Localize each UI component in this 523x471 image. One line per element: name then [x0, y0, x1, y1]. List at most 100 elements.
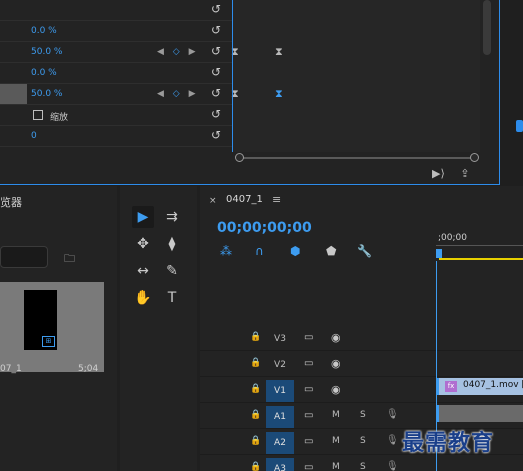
reset-icon[interactable]: ↺: [211, 108, 224, 121]
wrench-icon[interactable]: 🔧: [357, 244, 372, 258]
track-target-toggle[interactable]: V2: [266, 354, 294, 376]
effect-controls-panel: ↺ 0.0 % ↺ 50.0 % ↺ ◀ ◇ ▶ 0.0 % ↺ 50.0 % ↺ ◀ ◇ ▶ 缩放 ↺…: [0, 0, 500, 185]
snap-icon[interactable]: ∩: [255, 244, 264, 258]
keyframe-marker[interactable]: ⧗: [275, 87, 283, 101]
type-tool-icon[interactable]: T: [161, 287, 183, 309]
next-keyframe-icon[interactable]: ▶: [189, 47, 199, 57]
property-value[interactable]: 50.0 %: [31, 89, 62, 99]
reset-icon[interactable]: ↺: [211, 87, 224, 100]
add-keyframe-icon[interactable]: ◇: [173, 89, 183, 99]
keyframe-navigator[interactable]: ◀ ◇ ▶: [157, 89, 199, 99]
eye-icon[interactable]: ◉: [331, 357, 341, 370]
lock-icon[interactable]: 🔒: [250, 462, 261, 471]
new-bin-icon[interactable]: 🗀: [64, 250, 75, 269]
effect-property-row: 0 ↺: [0, 126, 232, 147]
sync-lock-icon[interactable]: ▭: [304, 332, 313, 343]
clip-duration: 5;04: [78, 364, 99, 374]
track-target-toggle[interactable]: A1: [266, 406, 294, 428]
track-target-toggle[interactable]: A2: [266, 432, 294, 454]
add-marker-icon[interactable]: ⬟: [326, 244, 336, 258]
uniform-scale-checkbox[interactable]: [33, 110, 43, 120]
play-audio-icon[interactable]: ▶⟩: [432, 167, 445, 180]
sequence-badge-icon: ⊞: [42, 336, 55, 347]
ruler-label: ;00;00: [438, 233, 467, 243]
panel-menu-icon[interactable]: ≡: [272, 193, 281, 206]
eye-icon[interactable]: ◉: [331, 331, 341, 344]
ripple-edit-tool-icon[interactable]: ✥: [132, 233, 154, 255]
reset-icon[interactable]: ↺: [211, 24, 224, 37]
eye-icon[interactable]: ◉: [331, 383, 341, 396]
lock-icon[interactable]: 🔒: [250, 436, 261, 446]
export-icon[interactable]: ⇪: [460, 167, 469, 180]
project-panel: 览器 🗀 ⊞ 07_1 5;04: [0, 186, 117, 471]
mic-icon[interactable]: 🎙: [386, 409, 399, 420]
selection-tool-icon[interactable]: ▶: [132, 206, 154, 228]
mic-icon[interactable]: 🎙: [386, 461, 399, 471]
video-clip[interactable]: fx 0407_1.mov [V]: [437, 378, 523, 395]
solo-button[interactable]: S: [360, 410, 366, 420]
effect-property-row: 0.0 % ↺: [0, 63, 232, 84]
track-header-a3: 🔒 A3 ▭ M S 🎙: [200, 456, 523, 471]
lock-icon[interactable]: 🔒: [250, 384, 261, 394]
prev-keyframe-icon[interactable]: ◀: [157, 47, 167, 57]
clip-thumbnail[interactable]: ⊞: [0, 282, 104, 372]
ec-bottom-icons: ▶⟩ ⇪: [432, 167, 469, 180]
property-value[interactable]: 0.0 %: [31, 68, 57, 78]
time-ruler[interactable]: ;00;00: [436, 231, 523, 261]
mute-button[interactable]: M: [332, 436, 340, 446]
reset-icon[interactable]: ↺: [211, 45, 224, 58]
track-target-toggle[interactable]: A3: [266, 458, 294, 471]
reset-icon[interactable]: ↺: [211, 3, 224, 16]
playhead-handle[interactable]: [436, 249, 442, 258]
mute-button[interactable]: M: [332, 462, 340, 471]
property-value[interactable]: 0.0 %: [31, 26, 57, 36]
work-area-bar[interactable]: [439, 258, 523, 260]
track-select-tool-icon[interactable]: ⇉: [161, 206, 183, 228]
linked-selection-icon[interactable]: ⬢: [290, 244, 300, 258]
track-header-v3: 🔒 V3 ▭ ◉: [200, 326, 523, 351]
tab-sequence[interactable]: 0407_1: [226, 194, 263, 205]
sync-lock-icon[interactable]: ▭: [304, 410, 313, 421]
sync-lock-icon[interactable]: ▭: [304, 358, 313, 369]
solo-button[interactable]: S: [360, 436, 366, 446]
audio-clip[interactable]: [437, 405, 523, 422]
lock-icon[interactable]: 🔒: [250, 410, 261, 420]
mute-button[interactable]: M: [332, 410, 340, 420]
razor-tool-icon[interactable]: ⧫: [161, 233, 183, 255]
property-value[interactable]: 0: [31, 131, 37, 141]
track-target-toggle[interactable]: V1: [266, 380, 294, 402]
sync-lock-icon[interactable]: ▭: [304, 436, 313, 447]
keyframe-navigator[interactable]: ◀ ◇ ▶: [157, 47, 199, 57]
next-keyframe-icon[interactable]: ▶: [189, 89, 199, 99]
effect-property-row: 缩放 ↺: [0, 105, 232, 126]
search-input[interactable]: [0, 246, 48, 268]
close-icon[interactable]: ×: [209, 196, 217, 206]
panel-title[interactable]: 览器: [0, 194, 22, 210]
sync-lock-icon[interactable]: ▭: [304, 462, 313, 471]
mic-icon[interactable]: 🎙: [386, 435, 399, 446]
track-target-toggle[interactable]: V3: [266, 328, 294, 350]
ec-playhead-line: [232, 0, 233, 152]
slip-tool-icon[interactable]: ↔: [132, 260, 154, 282]
tools-panel: ▶ ⇉ ✥ ⧫ ↔ ✎ ✋ T: [120, 186, 197, 471]
prev-keyframe-icon[interactable]: ◀: [157, 89, 167, 99]
lock-icon[interactable]: 🔒: [250, 358, 261, 368]
hand-tool-icon[interactable]: ✋: [132, 287, 154, 309]
add-keyframe-icon[interactable]: ◇: [173, 47, 183, 57]
scroll-handle-right[interactable]: [470, 153, 479, 162]
effect-keyframe-area[interactable]: ⧗ ⧗ ⧗ ⧗: [231, 0, 480, 152]
keyframe-marker[interactable]: ⧗: [275, 45, 283, 59]
ec-vertical-scrollbar[interactable]: [483, 0, 491, 55]
property-value[interactable]: 50.0 %: [31, 47, 62, 57]
pen-tool-icon[interactable]: ✎: [161, 260, 183, 282]
timecode-display[interactable]: 00;00;00;00: [217, 220, 312, 236]
reset-icon[interactable]: ↺: [211, 66, 224, 79]
sync-lock-icon[interactable]: ▭: [304, 384, 313, 395]
track-header-v2: 🔒 V2 ▭ ◉: [200, 352, 523, 377]
solo-button[interactable]: S: [360, 462, 366, 471]
reset-icon[interactable]: ↺: [211, 129, 224, 142]
ec-horizontal-scrollbar[interactable]: [233, 152, 483, 164]
scroll-handle-left[interactable]: [235, 153, 244, 162]
nest-icon[interactable]: ⁂: [220, 244, 232, 258]
lock-icon[interactable]: 🔒: [250, 332, 261, 342]
